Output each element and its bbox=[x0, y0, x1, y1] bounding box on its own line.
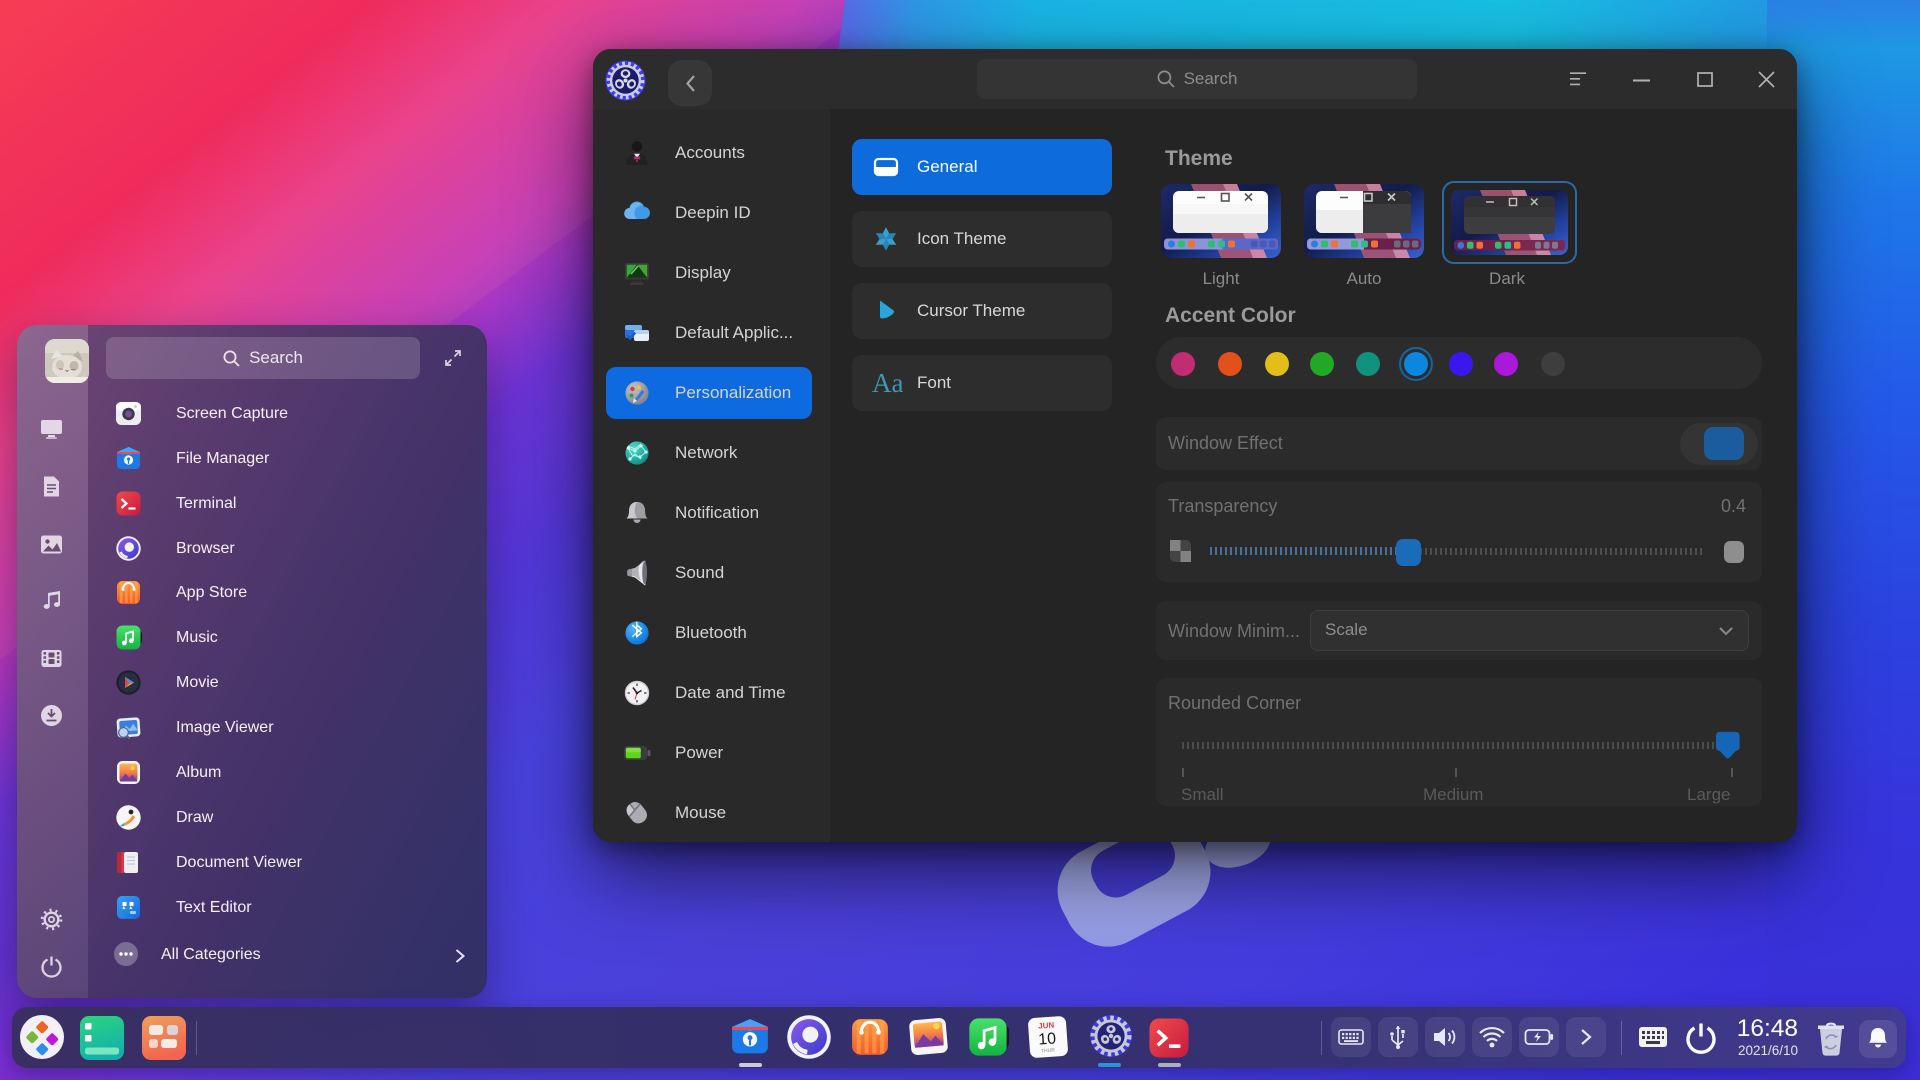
svg-text:10: 10 bbox=[1038, 1030, 1057, 1048]
svg-text:JUN: JUN bbox=[1038, 1021, 1055, 1031]
svg-text:THUR: THUR bbox=[1041, 1048, 1056, 1055]
